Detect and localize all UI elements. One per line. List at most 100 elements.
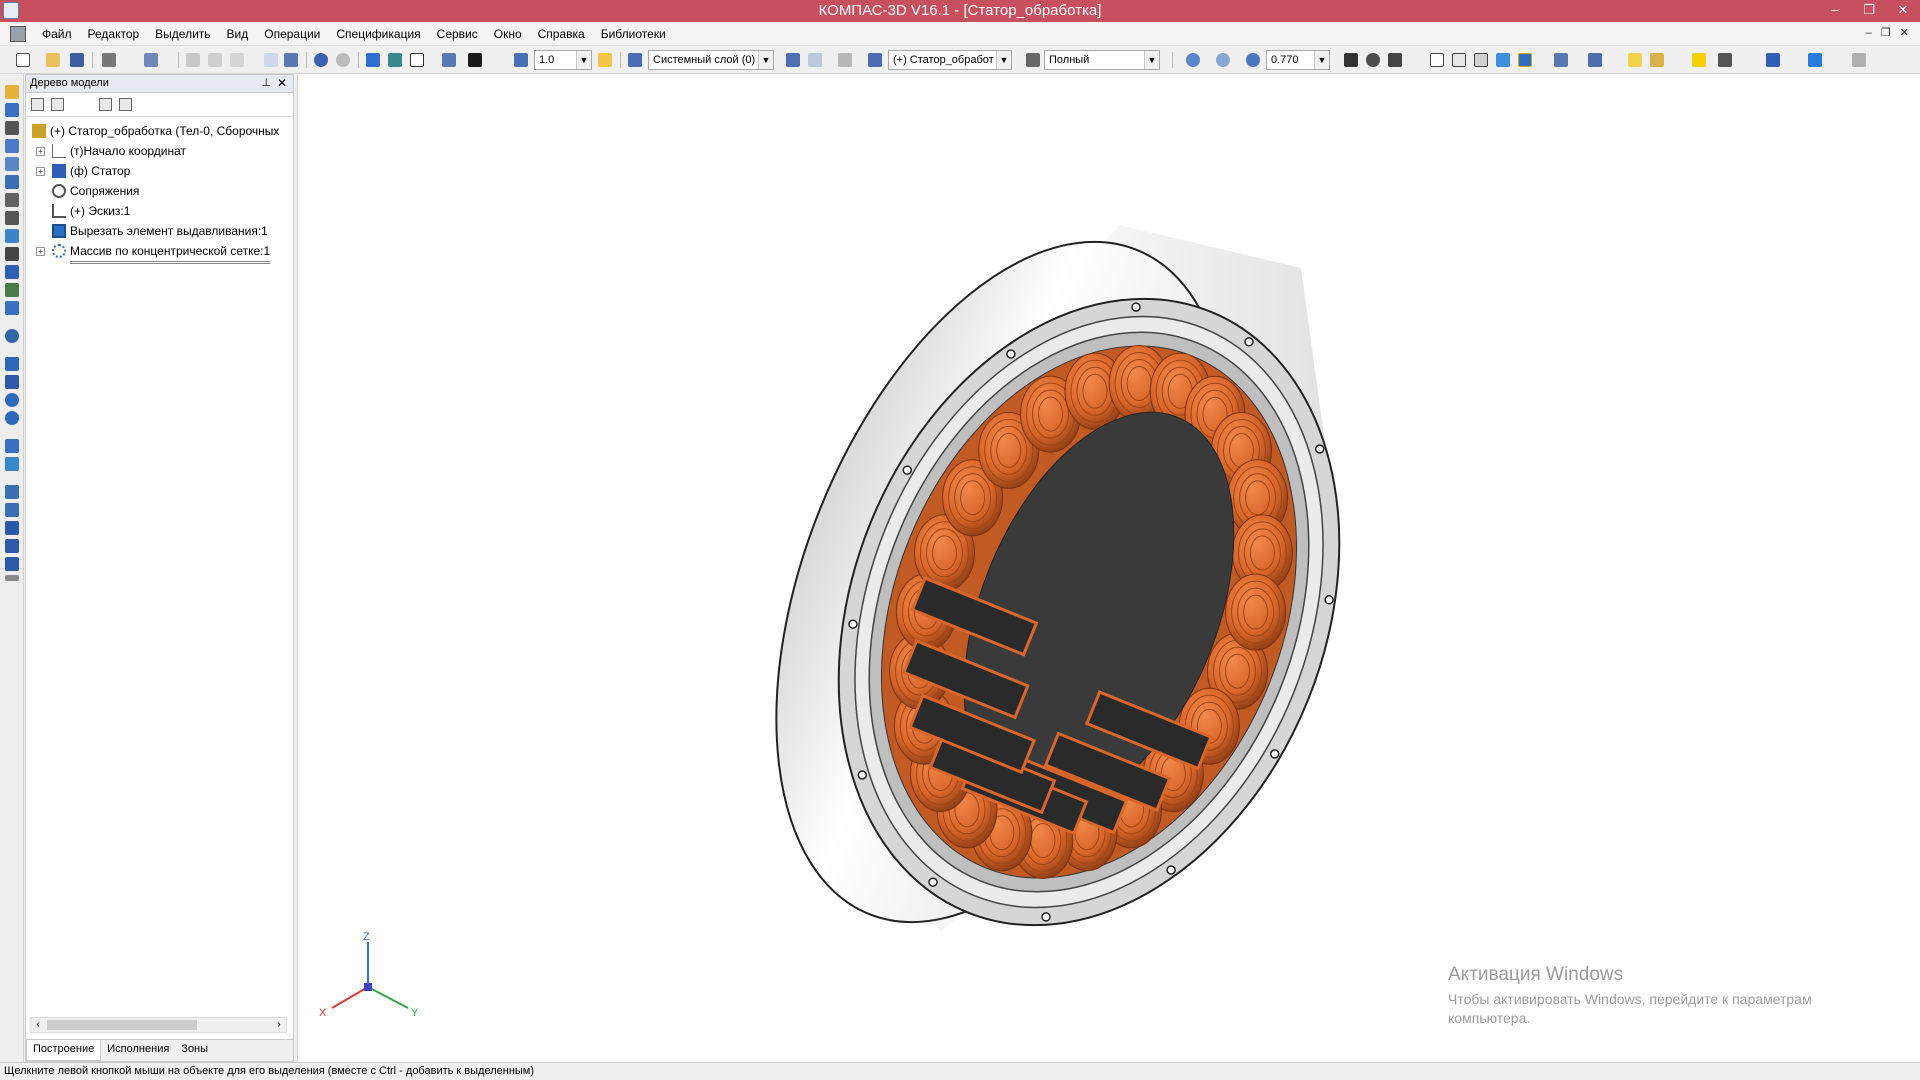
chevron-down-icon[interactable]: ▼ bbox=[576, 51, 591, 69]
reports-icon[interactable] bbox=[4, 264, 20, 280]
solid-ops-icon[interactable] bbox=[4, 102, 20, 118]
local-cs-icon[interactable] bbox=[784, 51, 802, 69]
orientation-icon[interactable] bbox=[1386, 51, 1404, 69]
menu-window[interactable]: Окно bbox=[486, 27, 530, 41]
menu-specification[interactable]: Спецификация bbox=[328, 27, 428, 41]
tree-list-icon[interactable] bbox=[98, 97, 114, 113]
menu-editor[interactable]: Редактор bbox=[80, 27, 148, 41]
chevron-down-icon[interactable]: ▼ bbox=[1144, 51, 1159, 69]
tree-report-icon[interactable] bbox=[118, 97, 134, 113]
house-icon[interactable] bbox=[1648, 51, 1666, 69]
wireframe-icon[interactable] bbox=[1428, 51, 1446, 69]
sheet-metal-icon[interactable] bbox=[4, 300, 20, 316]
detail-level-icon[interactable] bbox=[1024, 51, 1042, 69]
redo-icon[interactable] bbox=[334, 51, 352, 69]
edit-component-icon[interactable] bbox=[836, 51, 854, 69]
display-mode-combobox[interactable]: Полный ▼ bbox=[1044, 50, 1160, 70]
snap-icon[interactable] bbox=[596, 51, 614, 69]
pin-icon[interactable]: ⊥ bbox=[261, 76, 271, 89]
bearings-icon[interactable] bbox=[4, 410, 20, 426]
menu-service[interactable]: Сервис bbox=[429, 27, 486, 41]
zoom-combobox[interactable]: 0.770 ▼ bbox=[1266, 50, 1330, 70]
highlight-icon[interactable] bbox=[1690, 51, 1708, 69]
paste-icon[interactable] bbox=[228, 51, 246, 69]
close-panel-button[interactable]: ✕ bbox=[277, 76, 287, 90]
section-icon[interactable] bbox=[1806, 51, 1824, 69]
save-icon[interactable] bbox=[68, 51, 86, 69]
expand-toolbar-icon[interactable] bbox=[4, 574, 20, 590]
elements-icon[interactable] bbox=[4, 282, 20, 298]
chevron-down-icon[interactable]: ▼ bbox=[996, 51, 1011, 69]
print-icon[interactable] bbox=[100, 51, 118, 69]
measure-tools-icon[interactable] bbox=[4, 228, 20, 244]
menu-select[interactable]: Выделить bbox=[147, 27, 218, 41]
roughness-icon[interactable] bbox=[4, 520, 20, 536]
scroll-right-icon[interactable]: › bbox=[272, 1018, 286, 1032]
scrollbar-thumb[interactable] bbox=[47, 1020, 197, 1030]
component-icon[interactable] bbox=[866, 51, 884, 69]
brush-icon[interactable] bbox=[262, 51, 280, 69]
arrays-icon[interactable] bbox=[4, 156, 20, 172]
shaded-icon[interactable] bbox=[1494, 51, 1512, 69]
measure-icon[interactable] bbox=[440, 51, 458, 69]
rotate-icon[interactable] bbox=[1364, 51, 1382, 69]
menu-libraries[interactable]: Библиотеки bbox=[593, 27, 674, 41]
no-hidden-lines-icon[interactable] bbox=[1472, 51, 1490, 69]
selection-filter-icon[interactable] bbox=[1586, 51, 1604, 69]
tree-node-sketch[interactable]: (+) Эскиз:1 bbox=[30, 201, 290, 221]
layer-combobox[interactable]: Системный слой (0) ▼ bbox=[648, 50, 774, 70]
table-icon[interactable] bbox=[282, 51, 300, 69]
surfaces-icon[interactable] bbox=[4, 138, 20, 154]
tree-horizontal-scrollbar[interactable]: ‹ › bbox=[30, 1017, 287, 1033]
document-icon[interactable] bbox=[10, 25, 26, 42]
fasteners-icon[interactable] bbox=[4, 374, 20, 390]
tab-zones[interactable]: Зоны bbox=[175, 1040, 214, 1061]
open-folder-icon[interactable] bbox=[44, 51, 62, 69]
annotations-icon[interactable] bbox=[4, 502, 20, 518]
zoom-window-icon[interactable] bbox=[1184, 51, 1202, 69]
component-combobox[interactable]: (+) Статор_обработ ▼ bbox=[888, 50, 1012, 70]
tree-node-root[interactable]: (+) Статор_обработка (Тел-0, Сборочных bbox=[30, 121, 290, 141]
new-document-icon[interactable] bbox=[14, 51, 32, 69]
variables-icon[interactable] bbox=[408, 51, 426, 69]
more-tools-icon[interactable] bbox=[1850, 51, 1868, 69]
aux-geometry-icon[interactable] bbox=[4, 174, 20, 190]
spec-icon[interactable] bbox=[4, 246, 20, 262]
tree-node-cut-extrude[interactable]: Вырезать элемент выдавливания:1 bbox=[30, 221, 290, 241]
cube-yellow-icon[interactable] bbox=[1626, 51, 1644, 69]
tree-node-stator[interactable]: + (ф) Статор bbox=[30, 161, 290, 181]
tab-versions[interactable]: Исполнения bbox=[101, 1040, 175, 1061]
expand-icon[interactable]: + bbox=[36, 147, 45, 156]
cut-icon[interactable] bbox=[184, 51, 202, 69]
text-tools-icon[interactable] bbox=[4, 556, 20, 572]
tab-build[interactable]: Построение bbox=[26, 1040, 102, 1061]
restore-button[interactable]: ❐ bbox=[1852, 0, 1886, 22]
properties-icon[interactable] bbox=[1716, 51, 1734, 69]
tree-node-circular-pattern[interactable]: + Массив по концентрической сетке:1 bbox=[30, 241, 290, 264]
menu-view[interactable]: Вид bbox=[219, 27, 257, 41]
view-manager-icon[interactable] bbox=[1764, 51, 1782, 69]
step-combobox[interactable]: 1.0 ▼ bbox=[534, 50, 592, 70]
chevron-down-icon[interactable]: ▼ bbox=[1314, 51, 1329, 69]
minimize-button[interactable]: – bbox=[1818, 0, 1852, 22]
mates-icon[interactable] bbox=[4, 192, 20, 208]
help-pointer-icon[interactable] bbox=[466, 51, 484, 69]
hidden-lines-icon[interactable] bbox=[1450, 51, 1468, 69]
mdi-window-controls[interactable]: – ❐ ✕ bbox=[1866, 26, 1912, 39]
tree-node-mates[interactable]: Сопряжения bbox=[30, 181, 290, 201]
close-button[interactable]: ✕ bbox=[1886, 0, 1920, 22]
electrical-icon[interactable] bbox=[4, 438, 20, 454]
undo-icon[interactable] bbox=[312, 51, 330, 69]
scroll-left-icon[interactable]: ‹ bbox=[31, 1018, 45, 1032]
step-icon[interactable] bbox=[512, 51, 530, 69]
curves-icon[interactable] bbox=[4, 120, 20, 136]
dimensions-icon[interactable] bbox=[4, 484, 20, 500]
tolerance-icon[interactable] bbox=[4, 538, 20, 554]
library-icon[interactable] bbox=[386, 51, 404, 69]
zoom-icon[interactable] bbox=[1244, 51, 1262, 69]
menu-help[interactable]: Справка bbox=[530, 27, 593, 41]
preview-icon[interactable] bbox=[142, 51, 160, 69]
pan-icon[interactable] bbox=[1342, 51, 1360, 69]
layers-icon[interactable] bbox=[626, 51, 644, 69]
filter-icon[interactable] bbox=[1552, 51, 1570, 69]
